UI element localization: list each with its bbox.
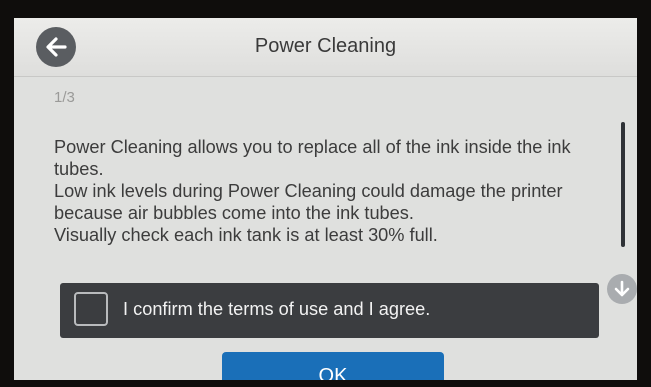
page-counter: 1/3 xyxy=(54,89,75,106)
content-area: 1/3 Power Cleaning allows you to replace… xyxy=(14,77,637,380)
scroll-down-button[interactable] xyxy=(607,274,637,304)
message-line: Power Cleaning allows you to replace all… xyxy=(54,137,571,179)
confirm-terms-row[interactable]: I confirm the terms of use and I agree. xyxy=(60,283,599,338)
ok-button[interactable]: OK xyxy=(222,352,444,380)
confirm-label: I confirm the terms of use and I agree. xyxy=(123,299,431,319)
message-line: Visually check each ink tank is at least… xyxy=(54,225,438,245)
page-title: Power Cleaning xyxy=(254,35,397,57)
header-bar: Power Cleaning xyxy=(14,18,637,77)
message-line: Low ink levels during Power Cleaning cou… xyxy=(54,181,563,223)
scrollbar[interactable] xyxy=(621,122,625,247)
message-text: Power Cleaning allows you to replace all… xyxy=(54,136,604,246)
arrow-down-icon xyxy=(614,280,630,297)
printer-screen: Power Cleaning 1/3 Power Cleaning allows… xyxy=(14,18,637,380)
confirm-checkbox[interactable] xyxy=(74,292,108,326)
